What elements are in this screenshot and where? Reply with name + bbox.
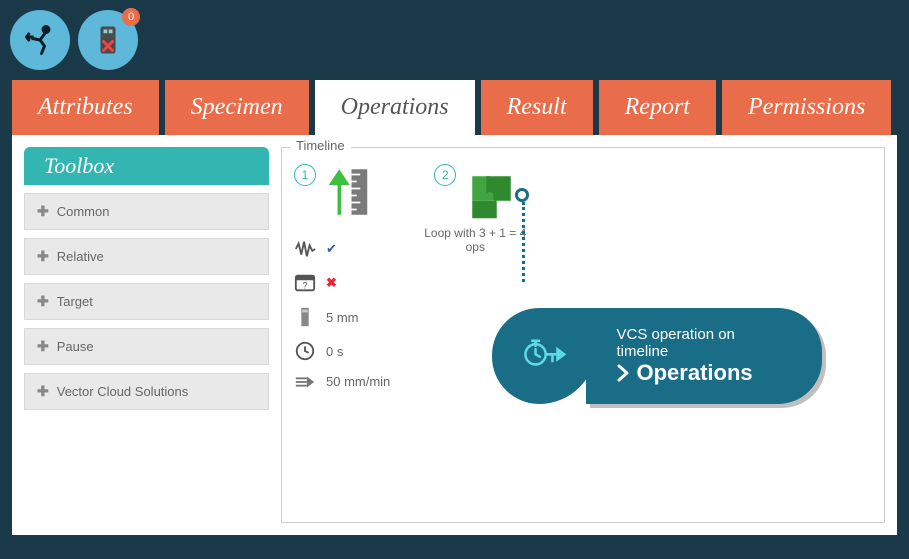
toolbox-item-vcs[interactable]: ✚ Vector Cloud Solutions [24,373,269,410]
prop-time-value: 0 s [326,344,343,359]
timeline-node-2[interactable]: 2 Loop with 3 + 1 = 4 ops [420,164,530,254]
chevron-right-icon [616,364,630,382]
plus-icon: ✚ [37,293,49,310]
tabbar: Attributes Specimen Operations Result Re… [0,80,909,135]
toolbox-item-target[interactable]: ✚ Target [24,283,269,320]
toolbox: Toolbox ✚ Common ✚ Relative ✚ Target ✚ P… [24,147,269,523]
key-stopwatch-icon [517,329,571,383]
plus-icon: ✚ [37,248,49,265]
node-number-1: 1 [294,164,316,186]
clock-icon [294,340,316,362]
toolbox-item-label: Vector Cloud Solutions [57,384,189,399]
node-number-2: 2 [434,164,456,186]
toolbox-title: Toolbox [24,147,269,185]
prop-waveform: ✔ [294,238,390,260]
waveform-icon [294,238,316,260]
exit-button[interactable] [10,10,70,70]
tab-attributes[interactable]: Attributes [12,80,159,135]
node-2-caption: Loop with 3 + 1 = 4 ops [420,226,530,254]
prop-distance-value: 5 mm [326,310,359,325]
device-button[interactable]: 0 [78,10,138,70]
callout-line1: VCS operation on timeline [616,326,782,360]
callout-origin-dot [515,188,529,202]
distance-icon [294,306,316,328]
speed-arrow-icon [294,375,316,389]
tab-report[interactable]: Report [599,80,716,135]
tab-permissions[interactable]: Permissions [722,80,891,135]
callout-icon-bubble [492,308,596,404]
tab-result[interactable]: Result [481,80,593,135]
prop-speed-value: 50 mm/min [326,374,390,389]
toolbox-item-label: Common [57,204,110,219]
x-icon: ✖ [326,275,337,291]
puzzle-loop-icon [460,164,516,220]
plus-icon: ✚ [37,383,49,400]
callout-connector [522,202,529,282]
plus-icon: ✚ [37,338,49,355]
move-up-ruler-icon [320,164,376,220]
content-pane: Toolbox ✚ Common ✚ Relative ✚ Target ✚ P… [12,135,897,535]
check-icon: ✔ [326,241,337,257]
dialog-question-icon: ? [294,272,316,294]
toolbox-item-common[interactable]: ✚ Common [24,193,269,230]
plus-icon: ✚ [37,203,49,220]
toolbox-item-relative[interactable]: ✚ Relative [24,238,269,275]
toolbox-item-label: Relative [57,249,104,264]
timeline-node-1[interactable]: 1 ✔ [294,164,390,389]
toolbox-item-label: Target [57,294,93,309]
callout-text: VCS operation on timeline Operations [586,308,822,404]
node-1-properties: ✔ ? ✖ [294,238,390,389]
timeline-panel: Timeline 1 [281,147,885,523]
device-icon [90,22,126,58]
svg-text:?: ? [302,281,307,291]
device-badge: 0 [122,8,140,26]
tab-operations[interactable]: Operations [315,80,475,135]
prop-time: 0 s [294,340,390,362]
prop-dialog: ? ✖ [294,272,390,294]
timeline-label: Timeline [290,138,351,153]
prop-distance: 5 mm [294,306,390,328]
tab-specimen[interactable]: Specimen [165,80,309,135]
callout-line2: Operations [636,360,752,386]
callout: VCS operation on timeline Operations [522,188,529,282]
exit-icon [22,22,58,58]
toolbox-item-label: Pause [57,339,94,354]
toolbox-item-pause[interactable]: ✚ Pause [24,328,269,365]
prop-speed: 50 mm/min [294,374,390,389]
